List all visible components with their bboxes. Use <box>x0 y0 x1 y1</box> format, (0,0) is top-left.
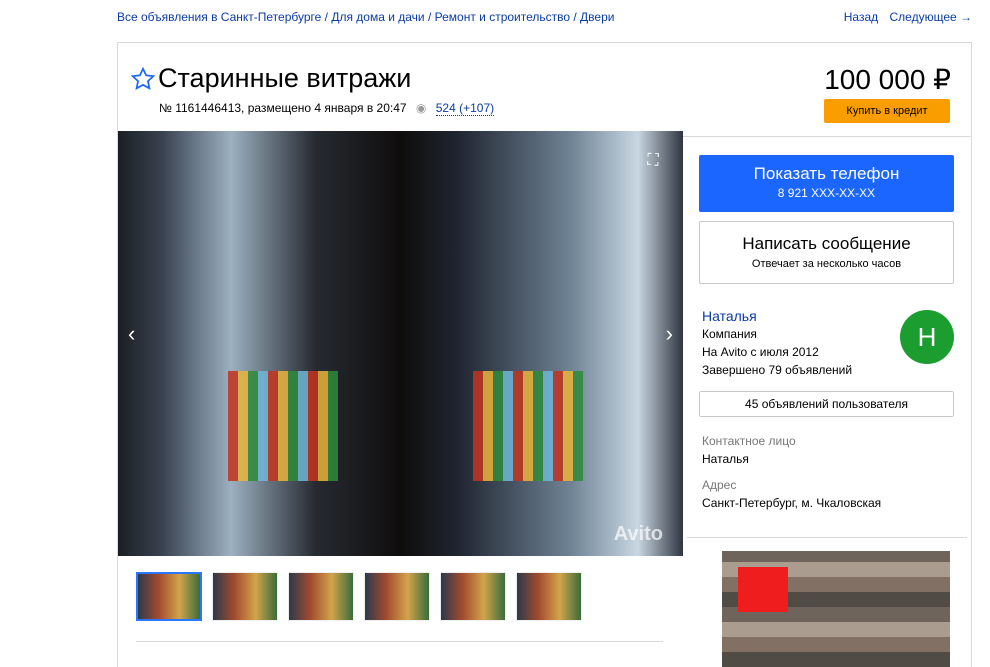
show-phone-label: Показать телефон <box>753 164 900 183</box>
buy-on-credit-button[interactable]: Купить в кредит <box>824 99 950 123</box>
advertisement-highlight <box>738 567 788 612</box>
response-time: Отвечает за несколько часов <box>751 258 902 270</box>
seller-type: Компания <box>702 327 757 341</box>
contact-person-label: Контактное лицо <box>702 434 796 448</box>
thumbnail-strip <box>136 572 582 621</box>
chevron-left-icon[interactable]: ‹ <box>128 321 135 347</box>
contact-info: Контактное лицо Наталья Адрес Санкт-Пете… <box>702 432 881 512</box>
stained-glass-right <box>473 371 583 481</box>
breadcrumb-text[interactable]: Все объявления в Санкт-Петербурге / Для … <box>117 10 614 24</box>
thumbnail[interactable] <box>440 572 506 621</box>
divider <box>136 641 663 642</box>
address-value: Санкт-Петербург, м. Чкаловская <box>702 496 882 510</box>
favorite-star-icon[interactable] <box>130 66 156 92</box>
address-label: Адрес <box>702 478 737 492</box>
next-link[interactable]: Следующее → <box>890 10 973 24</box>
seller-name[interactable]: Наталья <box>702 307 852 325</box>
main-photo[interactable]: ⛶ ‹ › Avito <box>118 131 683 556</box>
title-row: Старинные витражи <box>130 63 411 94</box>
write-message-button[interactable]: Написать сообщение Отвечает за несколько… <box>699 221 954 284</box>
chevron-right-icon[interactable]: › <box>666 321 673 347</box>
seller-info: Наталья Компания На Avito с июля 2012 За… <box>702 307 852 379</box>
avatar[interactable]: Н <box>900 310 954 364</box>
seller-ads-button[interactable]: 45 объявлений пользователя <box>699 391 954 417</box>
eye-icon: ◉ <box>415 101 427 115</box>
page-title: Старинные витражи <box>158 63 412 93</box>
listing-meta: № 1161446413, размещено 4 января в 20:47… <box>159 101 495 116</box>
thumbnail[interactable] <box>364 572 430 621</box>
views-count[interactable]: 524 (+107) <box>435 101 495 116</box>
phone-number: 8 921 XXX-XX-XX <box>777 186 876 200</box>
price: 100 000 ₽ <box>824 64 951 95</box>
thumbnail[interactable] <box>288 572 354 621</box>
thumbnail[interactable] <box>136 572 202 621</box>
thumbnail[interactable] <box>212 572 278 621</box>
contact-person-value: Наталья <box>702 452 749 466</box>
pager: Назад Следующее → <box>836 10 972 24</box>
seller-completed: Завершено 79 объявлений <box>702 363 853 377</box>
divider <box>681 136 971 137</box>
show-phone-button[interactable]: Показать телефон 8 921 XXX-XX-XX <box>699 155 954 212</box>
write-message-label: Написать сообщение <box>742 234 911 253</box>
listing-number-date: № 1161446413, размещено 4 января в 20:47 <box>159 101 407 115</box>
breadcrumb[interactable]: Все объявления в Санкт-Петербурге / Для … <box>117 10 614 24</box>
fullscreen-icon[interactable]: ⛶ <box>643 151 663 171</box>
divider <box>687 537 967 538</box>
thumbnail[interactable] <box>516 572 582 621</box>
stained-glass-left <box>228 371 338 481</box>
avito-watermark: Avito <box>613 523 663 545</box>
back-link[interactable]: Назад <box>844 10 878 24</box>
seller-since: На Avito с июля 2012 <box>702 345 819 359</box>
